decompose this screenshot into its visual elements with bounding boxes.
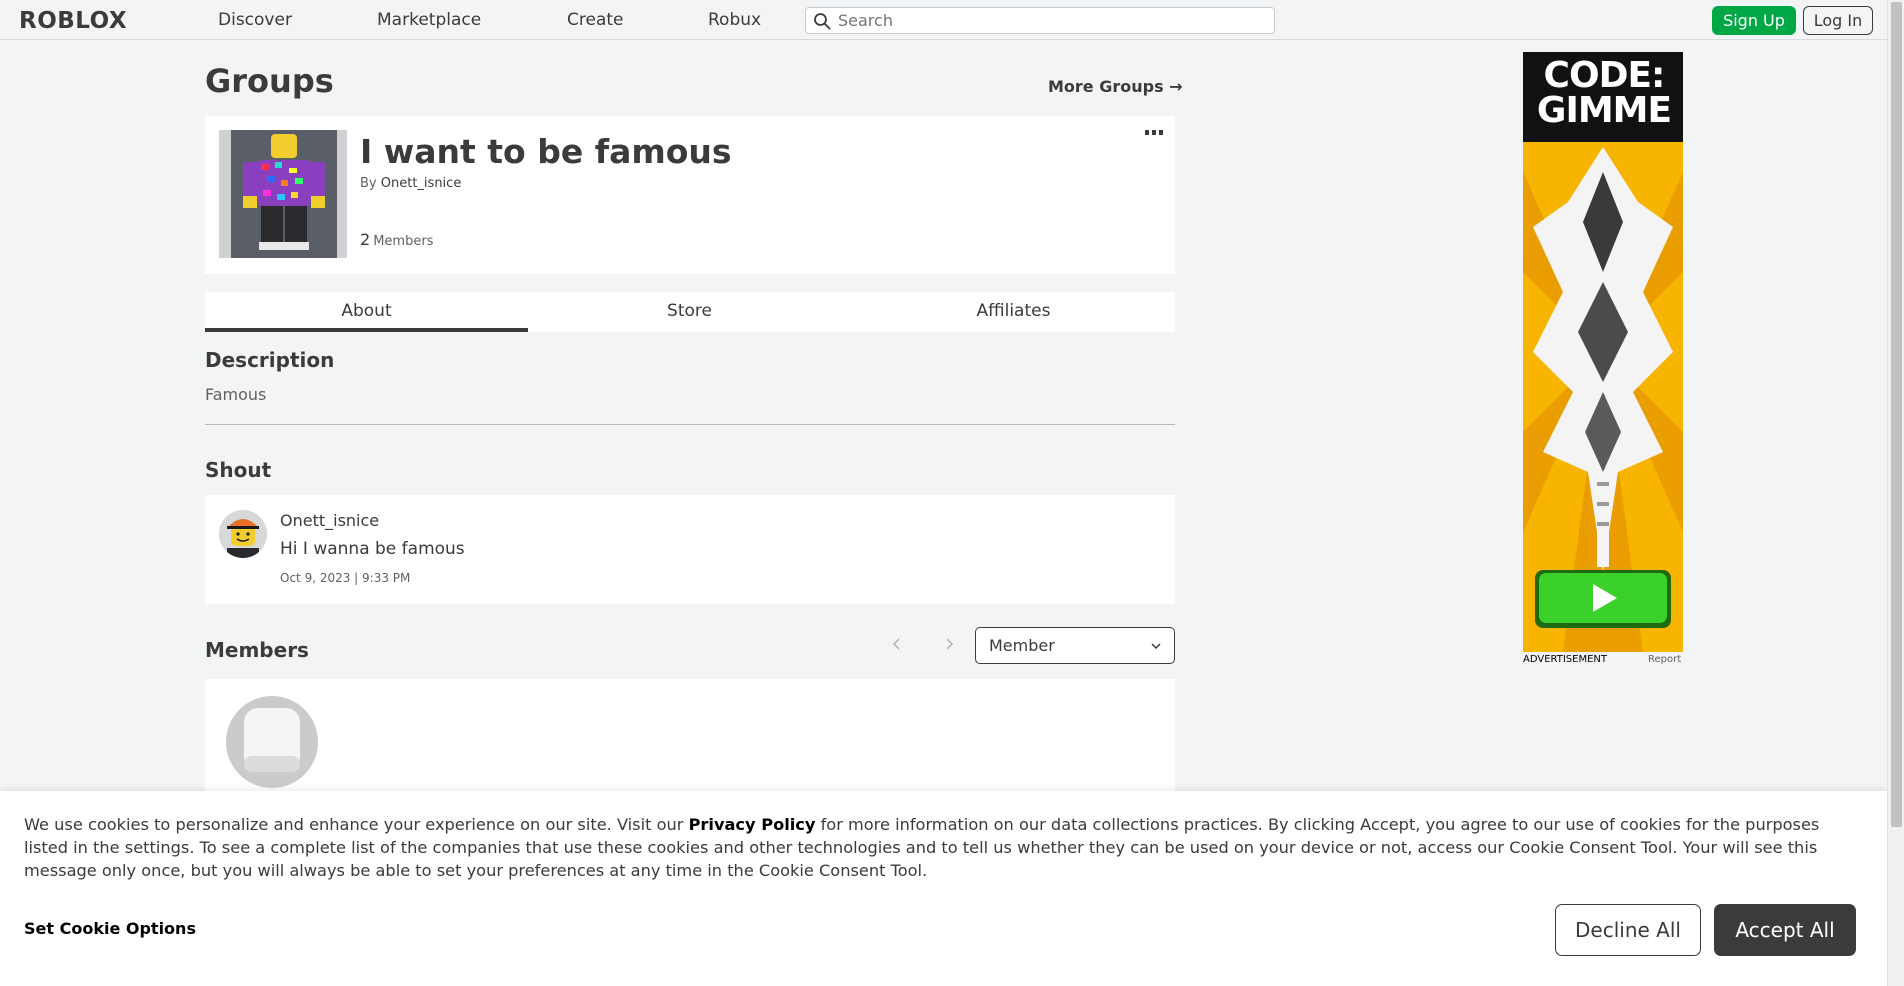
- shout-timestamp: Oct 9, 2023 | 9:33 PM: [280, 571, 411, 585]
- shout-card: Onett_isnice Hi I wanna be famous Oct 9,…: [205, 495, 1175, 604]
- chevron-down-icon: [1151, 643, 1161, 650]
- description-text: Famous: [205, 385, 267, 404]
- nav-link-robux[interactable]: Robux: [708, 10, 761, 30]
- group-header-card: I want to be famous By Onett_isnice 2 Mem…: [205, 116, 1175, 274]
- nav-link-create[interactable]: Create: [567, 10, 624, 30]
- accept-all-button[interactable]: Accept All: [1714, 904, 1856, 956]
- tab-affiliates[interactable]: Affiliates: [852, 292, 1175, 332]
- chevron-left-icon[interactable]: [887, 634, 907, 654]
- chevron-right-icon[interactable]: [939, 634, 959, 654]
- cookie-text-before: We use cookies to personalize and enhanc…: [24, 815, 689, 834]
- sign-up-button[interactable]: Sign Up: [1712, 6, 1796, 35]
- group-member-count: 2 Members: [360, 230, 433, 249]
- nav-link-discover[interactable]: Discover: [218, 10, 292, 30]
- shout-user-avatar[interactable]: [219, 510, 267, 558]
- section-divider: [205, 424, 1175, 425]
- group-owner-link[interactable]: Onett_isnice: [381, 176, 462, 191]
- ad-headline: CODE: GIMME: [1536, 55, 1672, 131]
- scrollbar-thumb[interactable]: [1891, 2, 1902, 827]
- ad-report-link[interactable]: Report: [1648, 654, 1681, 665]
- members-list: [205, 679, 1175, 799]
- group-emblem-avatar-icon: [219, 130, 347, 258]
- page-scrollbar[interactable]: [1887, 0, 1904, 986]
- group-emblem-image: [219, 130, 347, 258]
- set-cookie-options-link[interactable]: Set Cookie Options: [24, 919, 196, 938]
- tab-store[interactable]: Store: [528, 292, 851, 332]
- search-box[interactable]: [805, 7, 1275, 34]
- members-heading: Members: [205, 638, 309, 662]
- advertisement-banner[interactable]: CODE: GIMME: [1523, 52, 1683, 652]
- member-count-label: Members: [373, 234, 434, 249]
- group-name: I want to be famous: [360, 132, 732, 171]
- nav-link-marketplace[interactable]: Marketplace: [377, 10, 481, 30]
- member-avatar[interactable]: [226, 696, 318, 788]
- group-tabs: About Store Affiliates: [205, 292, 1175, 332]
- top-navigation-bar: ROBLOX Discover Marketplace Create Robux…: [0, 0, 1887, 40]
- roblox-logo[interactable]: ROBLOX: [19, 8, 127, 34]
- cookie-message: We use cookies to personalize and enhanc…: [24, 813, 1864, 882]
- log-in-button[interactable]: Log In: [1803, 6, 1873, 35]
- ad-label: ADVERTISEMENT: [1523, 654, 1608, 665]
- shout-message: Hi I wanna be famous: [280, 539, 465, 559]
- decline-all-button[interactable]: Decline All: [1555, 904, 1701, 956]
- search-icon[interactable]: [813, 12, 831, 30]
- member-role-dropdown[interactable]: Member: [975, 627, 1175, 664]
- group-owner-prefix: By: [360, 176, 377, 191]
- member-count-value: 2: [360, 230, 371, 249]
- more-options-icon[interactable]: [1145, 130, 1163, 136]
- member-role-selected: Member: [989, 636, 1055, 655]
- ad-artwork-icon: [1523, 52, 1683, 652]
- cookie-consent-banner: We use cookies to personalize and enhanc…: [0, 791, 1887, 986]
- search-input[interactable]: [838, 8, 1268, 33]
- user-avatar-icon: [219, 510, 267, 558]
- default-avatar-icon: [226, 696, 318, 788]
- description-heading: Description: [205, 348, 335, 372]
- page-title: Groups: [205, 62, 334, 100]
- shout-username[interactable]: Onett_isnice: [280, 511, 379, 530]
- tab-about[interactable]: About: [205, 292, 528, 332]
- privacy-policy-link[interactable]: Privacy Policy: [689, 815, 816, 834]
- more-groups-link[interactable]: More Groups →: [1048, 77, 1183, 96]
- shout-heading: Shout: [205, 458, 272, 482]
- group-owner-line: By Onett_isnice: [360, 176, 461, 191]
